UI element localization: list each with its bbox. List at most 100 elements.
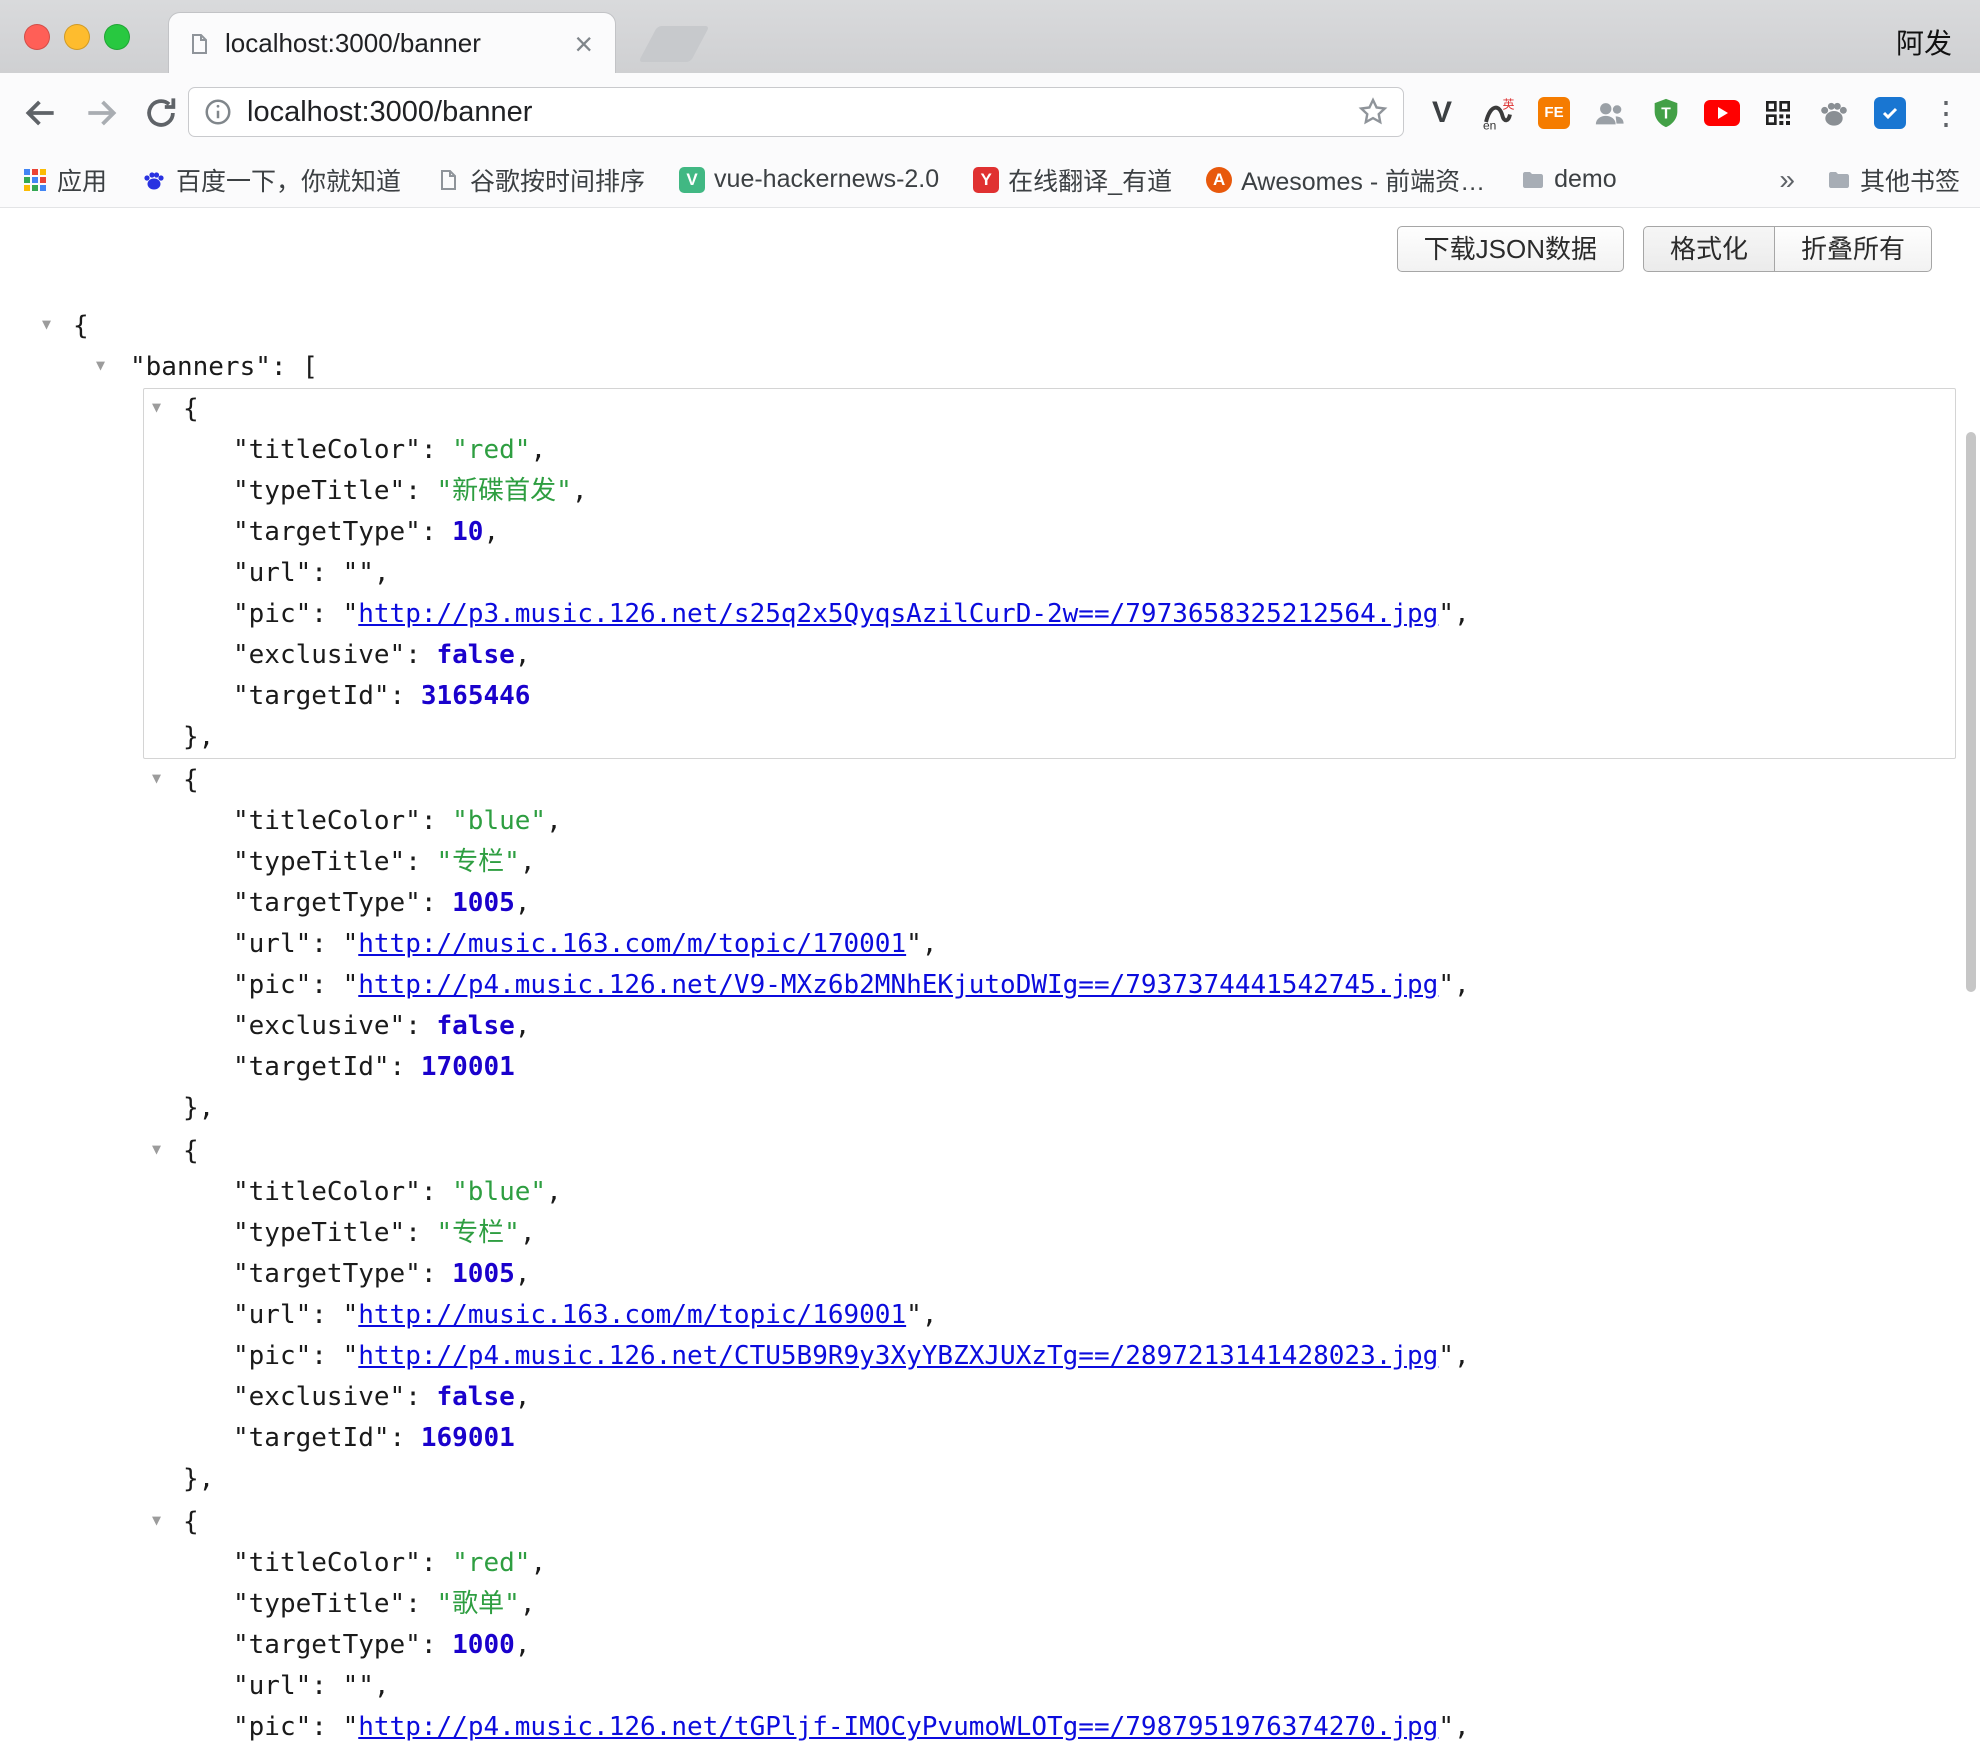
bookmark-youdao-translate[interactable]: Y 在线翻译_有道 (973, 162, 1172, 198)
json-line: "typeTitle": "歌单", (144, 1584, 1955, 1625)
json-link[interactable]: http://p4.music.126.net/CTU5B9R9y3XyYBZX… (358, 1341, 1438, 1371)
minimize-window-button[interactable] (64, 24, 90, 50)
bookmarks-overflow-chevron[interactable]: » (1779, 164, 1795, 196)
json-tree: ▼{▼"banners": [▼{"titleColor": "red","ty… (0, 306, 1980, 1754)
vimium-extension-icon[interactable]: V (1424, 95, 1460, 131)
collapse-toggle-icon[interactable]: ▼ (42, 317, 51, 332)
banner-object: ▼{"titleColor": "blue","typeTitle": "专栏"… (143, 759, 1956, 1130)
json-link[interactable]: http://music.163.com/m/topic/170001 (358, 929, 906, 959)
accounts-extension-icon[interactable] (1592, 95, 1628, 131)
browser-window: localhost:3000/banner × 阿发 localhost:300… (0, 0, 1980, 1754)
forward-icon[interactable] (82, 94, 120, 132)
collapse-toggle-icon[interactable]: ▼ (96, 358, 105, 373)
page-favicon-icon (187, 32, 211, 56)
format-button[interactable]: 格式化 (1643, 226, 1775, 272)
fehelper-extension-icon[interactable]: FE (1536, 95, 1572, 131)
back-icon[interactable] (22, 94, 60, 132)
json-link[interactable]: http://p3.music.126.net/s25q2x5QyqsAzilC… (358, 599, 1438, 629)
collapse-toggle-icon[interactable]: ▼ (152, 1513, 161, 1528)
json-line: "typeTitle": "新碟首发", (144, 471, 1955, 512)
url-path: :3000/banner (361, 96, 532, 128)
json-line: "targetType": 1005, (144, 1254, 1955, 1295)
bookmark-google-sort[interactable]: 谷歌按时间排序 (435, 162, 645, 198)
json-line: "targetId": 3165446 (144, 676, 1955, 717)
active-tab[interactable]: localhost:3000/banner × (168, 12, 616, 74)
youtube-extension-icon[interactable] (1704, 95, 1740, 131)
paw-icon (141, 167, 167, 193)
json-line: }, (144, 1088, 1955, 1129)
extensions-row: V 英en FE T ⋮ (1424, 73, 1964, 152)
browser-menu-icon[interactable]: ⋮ (1928, 95, 1964, 131)
json-line: "titleColor": "red", (144, 430, 1955, 471)
page-content: 下载JSON数据 格式化 折叠所有 ▼{▼"banners": [▼{"titl… (0, 208, 1980, 1754)
address-bar[interactable]: localhost:3000/banner (188, 87, 1404, 137)
bookmark-demo-folder[interactable]: demo (1519, 165, 1617, 194)
folder-icon (1825, 167, 1851, 193)
json-line: "exclusive": false, (144, 635, 1955, 676)
traffic-lights (24, 24, 130, 50)
json-link[interactable]: http://p4.music.126.net/tGPljf-IMOCyPvum… (358, 1712, 1438, 1742)
other-bookmarks-folder[interactable]: 其他书签 (1825, 162, 1960, 198)
bookmarks-right-cluster: » 其他书签 (1779, 162, 1960, 198)
json-line: ▼{ (144, 1131, 1955, 1172)
collapse-toggle-icon[interactable]: ▼ (152, 400, 161, 415)
json-line: "exclusive": false, (144, 1748, 1955, 1754)
json-line: ▼{ (144, 1502, 1955, 1543)
json-line: "exclusive": false, (144, 1006, 1955, 1047)
json-line: ▼"banners": [ (0, 347, 1980, 388)
json-line: "pic": "http://p4.music.126.net/tGPljf-I… (144, 1707, 1955, 1748)
json-line: "targetId": 169001 (144, 1418, 1955, 1459)
bookmark-label: 应用 (57, 162, 107, 198)
json-line: "targetType": 1000, (144, 1625, 1955, 1666)
json-link[interactable]: http://music.163.com/m/topic/169001 (358, 1300, 906, 1330)
bookmark-awesomes[interactable]: A Awesomes - 前端资… (1206, 162, 1485, 198)
json-line: "pic": "http://p4.music.126.net/CTU5B9R9… (144, 1336, 1955, 1377)
svg-text:T: T (1661, 105, 1671, 122)
youdao-icon: Y (973, 167, 999, 193)
profile-name: 阿发 (1896, 22, 1952, 62)
collapse-toggle-icon[interactable]: ▼ (152, 1142, 161, 1157)
download-json-button[interactable]: 下载JSON数据 (1397, 226, 1624, 272)
collapse-all-button[interactable]: 折叠所有 (1775, 226, 1932, 272)
translate-extension-icon[interactable]: 英en (1480, 95, 1516, 131)
banner-object: ▼{"titleColor": "red","typeTitle": "歌单",… (143, 1501, 1956, 1754)
security-check-extension-icon[interactable] (1872, 95, 1908, 131)
json-link[interactable]: http://p4.music.126.net/V9-MXz6b2MNhEKju… (358, 970, 1438, 1000)
reload-icon[interactable] (142, 94, 180, 132)
qr-code-extension-icon[interactable] (1760, 95, 1796, 131)
json-line: "titleColor": "blue", (144, 801, 1955, 842)
tab-close-icon[interactable]: × (570, 28, 597, 60)
paw-extension-icon[interactable] (1816, 95, 1852, 131)
banner-object: ▼{"titleColor": "blue","typeTitle": "专栏"… (143, 1130, 1956, 1501)
json-line: ▼{ (0, 306, 1980, 347)
json-line: "pic": "http://p3.music.126.net/s25q2x5Q… (144, 594, 1955, 635)
collapse-toggle-icon[interactable]: ▼ (152, 771, 161, 786)
shield-extension-icon[interactable]: T (1648, 95, 1684, 131)
json-line: "titleColor": "red", (144, 1543, 1955, 1584)
zoom-window-button[interactable] (104, 24, 130, 50)
url-text: localhost:3000/banner (247, 96, 1357, 129)
vertical-scrollbar-thumb[interactable] (1966, 432, 1976, 992)
svg-text:en: en (1483, 118, 1496, 131)
format-collapse-button-group: 格式化 折叠所有 (1643, 226, 1932, 272)
page-icon (435, 167, 461, 193)
tab-title: localhost:3000/banner (225, 28, 570, 59)
bookmark-baidu[interactable]: 百度一下，你就知道 (141, 162, 401, 198)
folder-icon (1519, 167, 1545, 193)
json-line: "exclusive": false, (144, 1377, 1955, 1418)
bookmark-vue-hackernews[interactable]: V vue-hackernews-2.0 (679, 165, 939, 194)
json-line: ▼{ (144, 760, 1955, 801)
new-tab-button[interactable] (638, 26, 709, 62)
bookmark-label: 百度一下，你就知道 (176, 162, 401, 198)
json-line: }, (144, 1459, 1955, 1500)
bookmark-apps[interactable]: 应用 (22, 162, 107, 198)
bookmark-star-icon[interactable] (1357, 96, 1389, 128)
close-window-button[interactable] (24, 24, 50, 50)
page-info-icon[interactable] (203, 97, 233, 127)
json-line: "url": "", (144, 553, 1955, 594)
json-line: "url": "http://music.163.com/m/topic/170… (144, 924, 1955, 965)
bookmark-label: 在线翻译_有道 (1008, 162, 1172, 198)
json-line: ▼{ (144, 389, 1955, 430)
apps-grid-icon (22, 167, 48, 193)
json-line: "pic": "http://p4.music.126.net/V9-MXz6b… (144, 965, 1955, 1006)
